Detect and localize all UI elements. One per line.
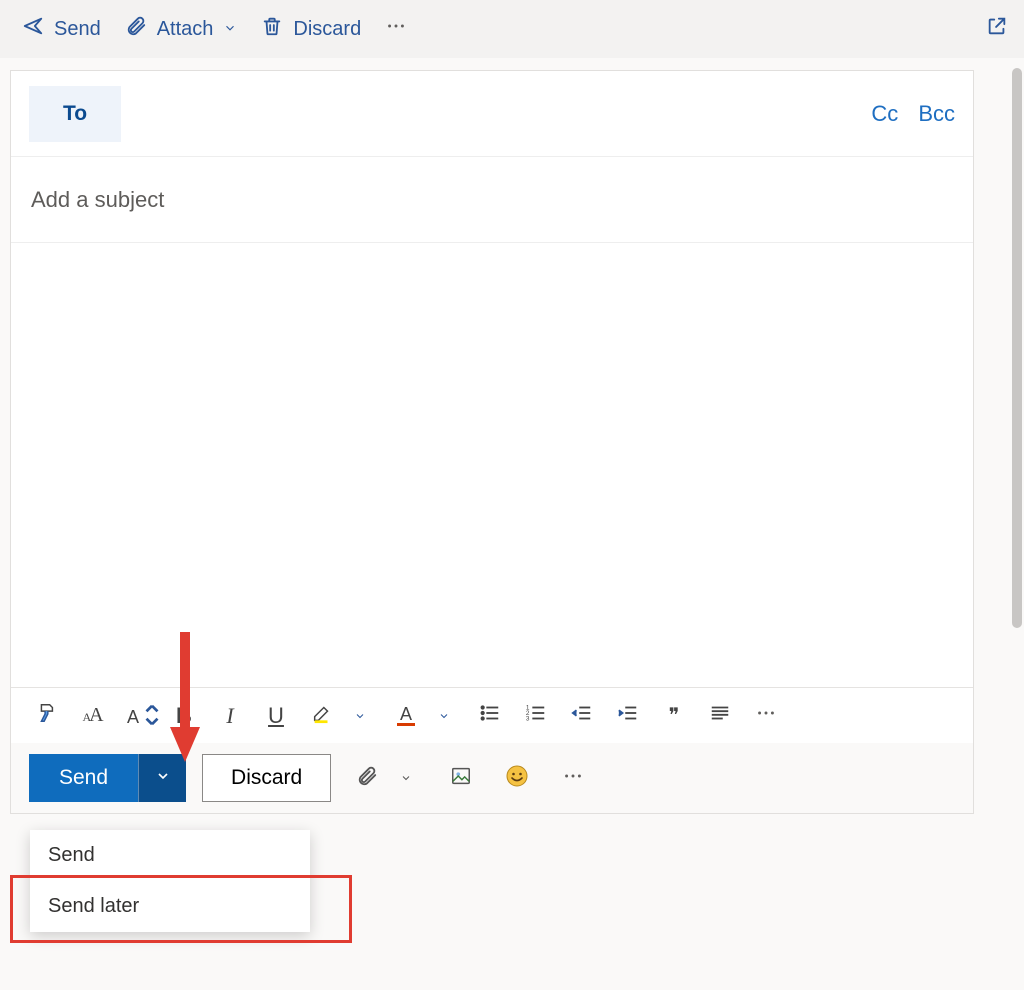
highlight-group <box>303 697 379 735</box>
italic-button[interactable]: I <box>211 697 249 735</box>
font-color-group: A <box>387 697 463 735</box>
formatting-bar: AA A B I U A <box>11 687 973 743</box>
numbers-icon: 123 <box>525 702 547 729</box>
popout-icon <box>986 20 1008 42</box>
bottom-action-bar: Send Discard <box>11 743 973 813</box>
format-more-button[interactable] <box>747 697 785 735</box>
compose-card: To Cc Bcc AA A B I U <box>10 70 974 814</box>
paragraph-button[interactable] <box>701 697 739 735</box>
send-dropdown-menu: Send Send later <box>30 830 310 932</box>
top-attach-label: Attach <box>157 18 214 41</box>
compose-top-toolbar: Send Attach Discard <box>0 0 1024 58</box>
paperclip-icon <box>356 765 378 792</box>
font-size-icon: AA <box>82 704 101 727</box>
insert-image-button[interactable] <box>441 758 481 798</box>
highlight-button[interactable] <box>303 697 341 735</box>
subject-row <box>11 157 973 243</box>
more-icon <box>562 765 584 792</box>
top-more-button[interactable] <box>373 9 419 49</box>
font-scale-icon: A <box>127 705 149 727</box>
highlight-icon <box>311 702 333 729</box>
send-icon <box>22 15 44 43</box>
discard-button[interactable]: Discard <box>202 754 331 802</box>
format-painter-button[interactable] <box>27 697 65 735</box>
svg-text:3: 3 <box>526 715 530 722</box>
attach-button-bottom[interactable] <box>347 758 387 798</box>
bullets-icon <box>479 702 501 729</box>
attach-group-bottom <box>347 758 425 798</box>
subject-input[interactable] <box>31 187 953 213</box>
underline-button[interactable]: U <box>257 697 295 735</box>
font-color-button[interactable]: A <box>387 697 425 735</box>
top-send-button[interactable]: Send <box>10 9 113 49</box>
to-label: To <box>63 102 87 126</box>
to-row: To Cc Bcc <box>11 71 973 157</box>
more-icon <box>755 702 777 729</box>
font-color-icon: A <box>397 706 415 726</box>
bottom-more-button[interactable] <box>553 758 593 798</box>
highlight-chevron[interactable] <box>341 697 379 735</box>
emoji-icon <box>505 764 529 793</box>
font-size-button[interactable]: AA <box>73 697 111 735</box>
emoji-button[interactable] <box>497 758 537 798</box>
font-scale-button[interactable]: A <box>119 697 157 735</box>
top-discard-button[interactable]: Discard <box>249 9 373 49</box>
send-button[interactable]: Send <box>29 754 138 802</box>
top-discard-label: Discard <box>293 18 361 41</box>
image-icon <box>449 765 473 792</box>
outdent-button[interactable] <box>563 697 601 735</box>
top-send-label: Send <box>54 18 101 41</box>
format-painter-icon <box>35 702 57 729</box>
indent-icon <box>617 702 639 729</box>
quote-button[interactable]: ❞ <box>655 697 693 735</box>
to-button[interactable]: To <box>29 86 121 142</box>
chevron-down-icon <box>223 18 237 41</box>
top-attach-button[interactable]: Attach <box>113 9 250 49</box>
outdent-icon <box>571 702 593 729</box>
chevron-down-icon <box>155 768 171 789</box>
send-dropdown-button[interactable] <box>138 754 186 802</box>
popout-button[interactable] <box>980 9 1014 49</box>
attach-chevron-bottom[interactable] <box>387 759 425 797</box>
paragraph-icon <box>709 702 731 729</box>
menu-item-send[interactable]: Send <box>30 830 310 881</box>
font-color-chevron[interactable] <box>425 697 463 735</box>
bcc-button[interactable]: Bcc <box>918 101 955 127</box>
send-split-button: Send <box>29 754 186 802</box>
cc-button[interactable]: Cc <box>871 101 898 127</box>
bold-button[interactable]: B <box>165 697 203 735</box>
bullets-button[interactable] <box>471 697 509 735</box>
numbers-button[interactable]: 123 <box>517 697 555 735</box>
scrollbar[interactable] <box>1012 68 1022 628</box>
indent-button[interactable] <box>609 697 647 735</box>
message-body[interactable] <box>11 243 973 687</box>
trash-icon <box>261 15 283 43</box>
menu-item-send-later[interactable]: Send later <box>30 881 310 932</box>
cc-bcc-area: Cc Bcc <box>871 101 955 127</box>
more-icon <box>385 15 407 43</box>
paperclip-icon <box>125 15 147 43</box>
